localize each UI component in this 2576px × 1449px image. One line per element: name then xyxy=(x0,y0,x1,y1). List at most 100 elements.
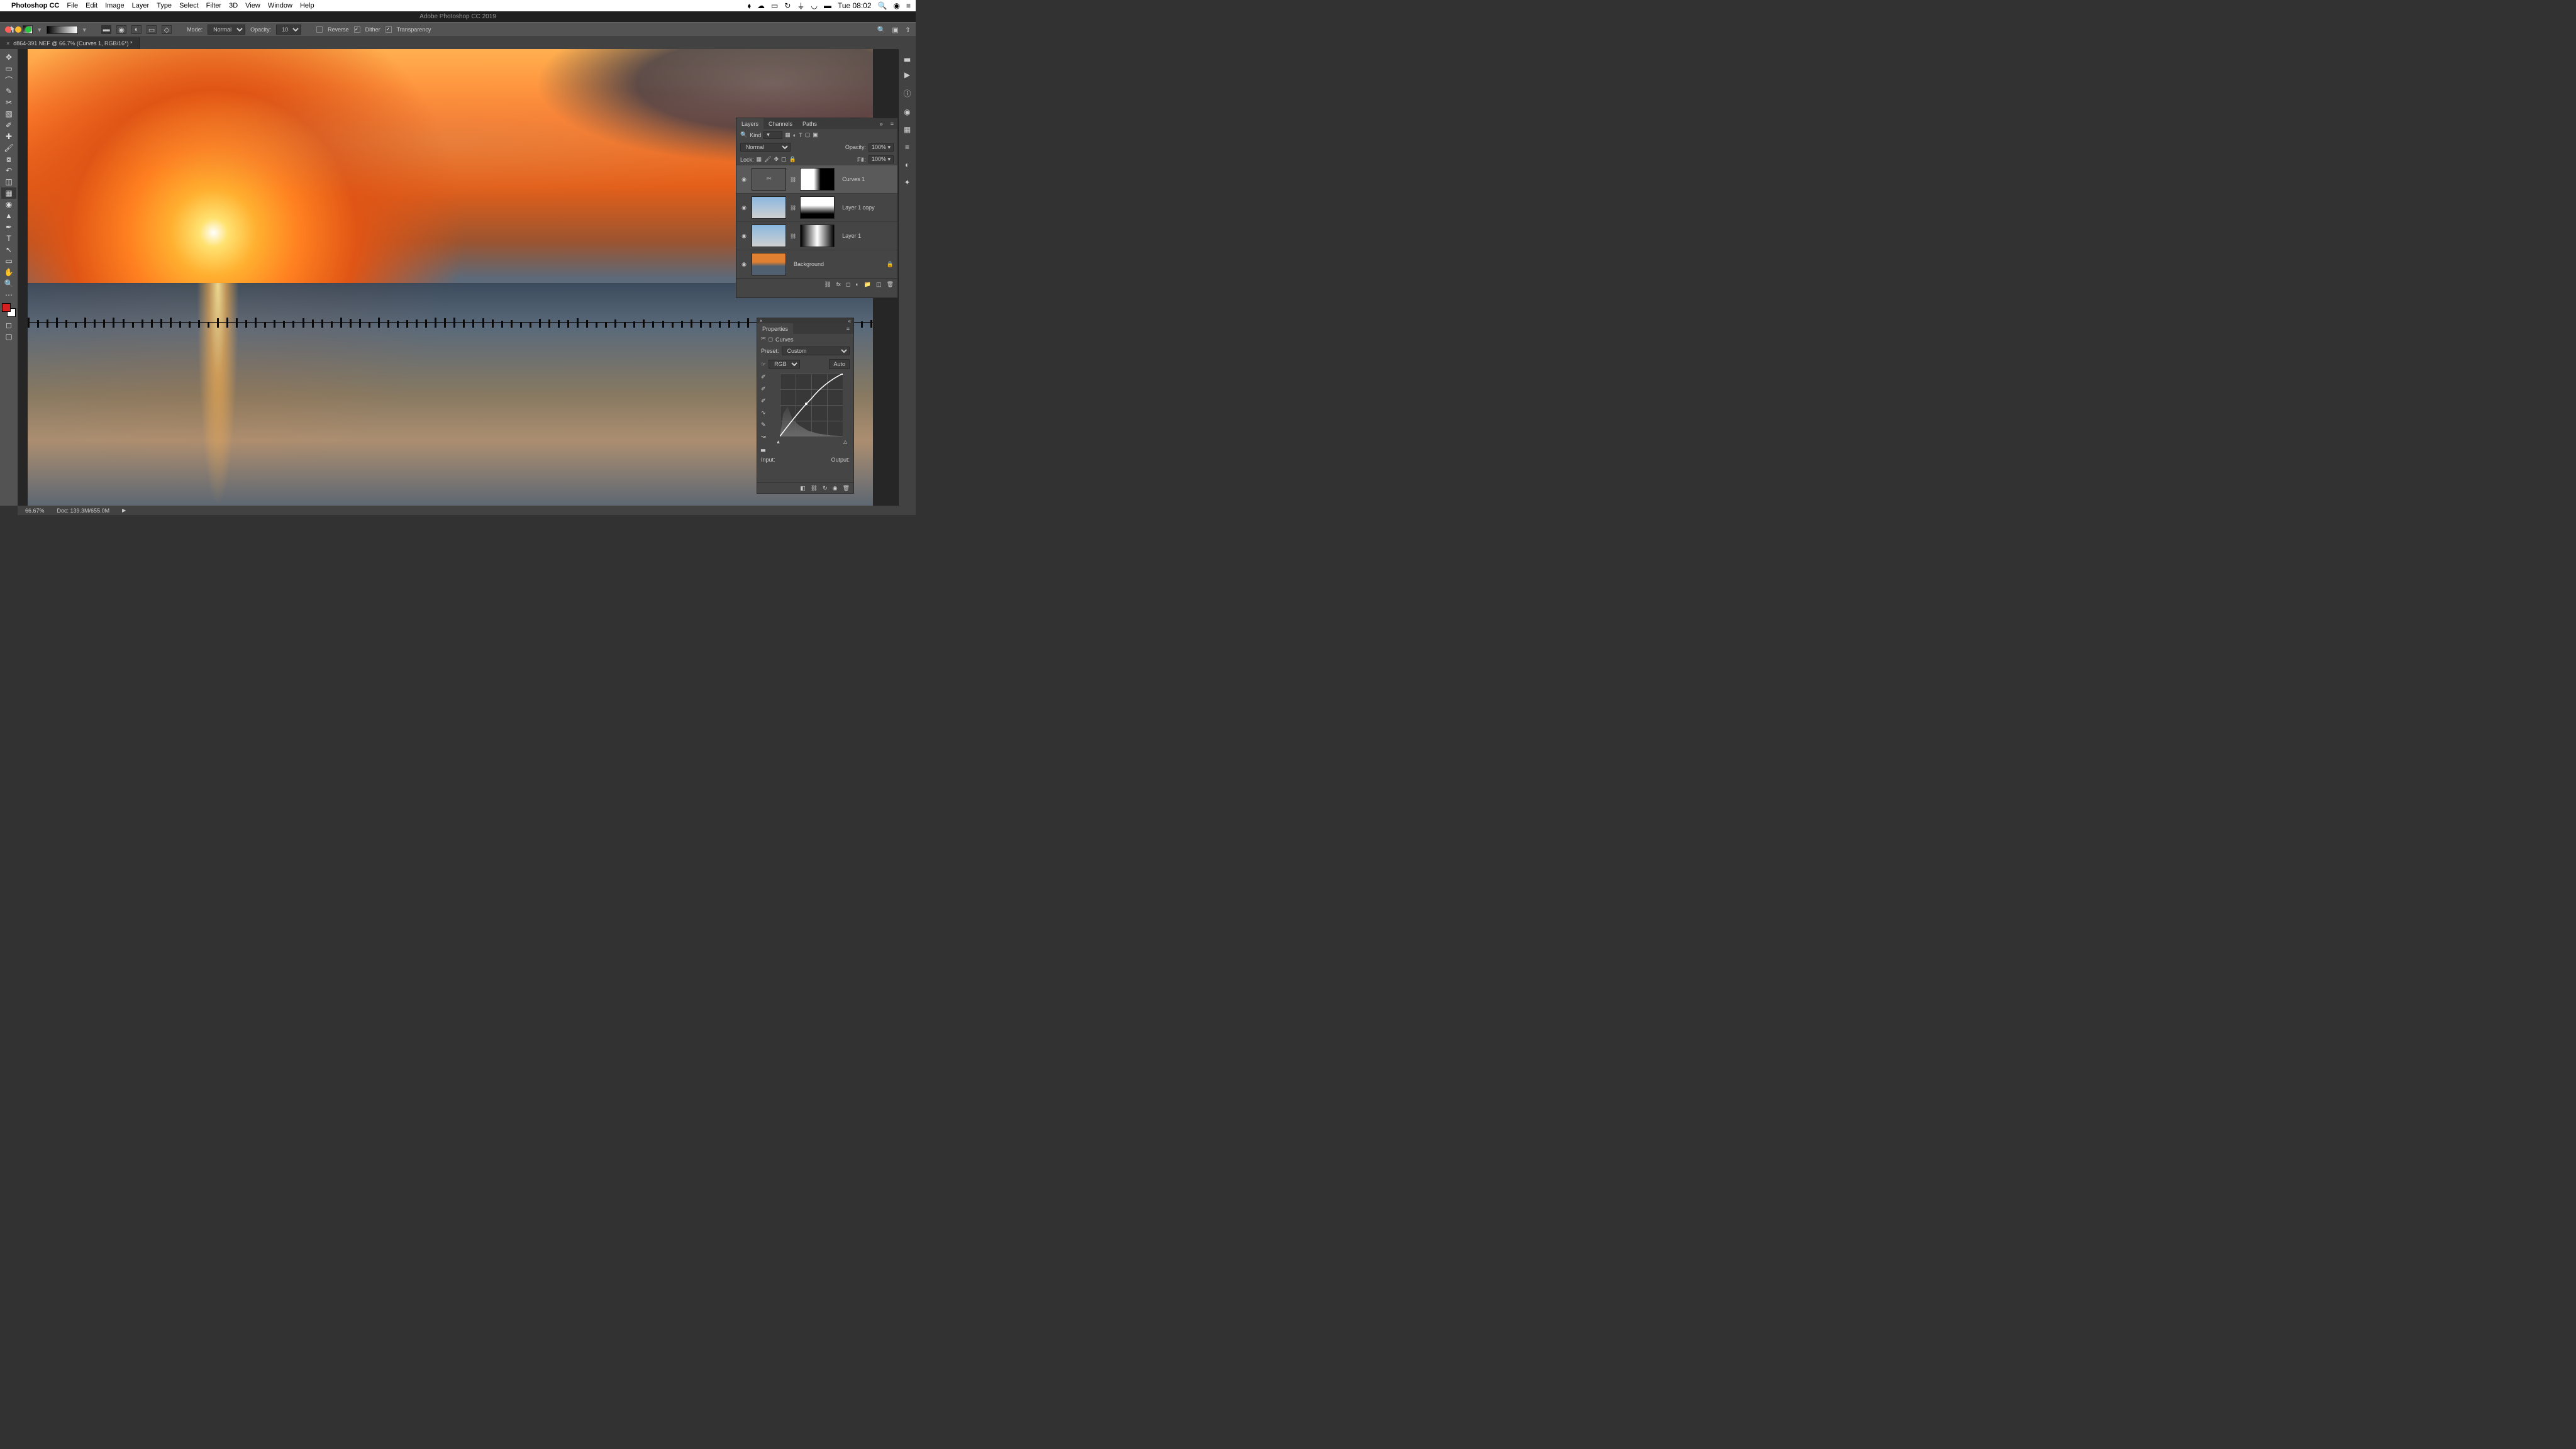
opacity-select[interactable]: 100% xyxy=(276,25,301,35)
mask-thumbnail[interactable] xyxy=(800,196,835,219)
black-point-eyedropper[interactable]: ✐ xyxy=(761,374,766,380)
transparency-checkbox[interactable] xyxy=(386,26,392,33)
layer-row[interactable]: ◉ ⛓ Layer 1 copy xyxy=(736,194,897,222)
path-select-tool[interactable]: ↖ xyxy=(1,244,16,255)
healing-brush-tool[interactable]: ✚ xyxy=(1,131,16,142)
layer-name[interactable]: Curves 1 xyxy=(842,176,865,182)
menu-select[interactable]: Select xyxy=(179,2,199,9)
screen-mode-tool[interactable]: ▢ xyxy=(1,331,16,342)
gradient-reflected-button[interactable]: ▭ xyxy=(147,25,157,34)
edit-curve-icon[interactable]: ∿ xyxy=(761,409,766,416)
search-icon[interactable]: 🔍 xyxy=(877,26,886,34)
blend-mode-select[interactable]: Normal xyxy=(208,25,245,35)
view-previous-icon[interactable]: ⛓ xyxy=(811,485,818,492)
battery-icon[interactable]: ▬ xyxy=(824,1,831,10)
display-icon[interactable]: ▭ xyxy=(771,1,778,10)
lock-artboard-icon[interactable]: ▢ xyxy=(781,156,787,163)
delete-layer-icon[interactable]: 🗑 xyxy=(887,281,894,288)
filter-shape-icon[interactable]: ▢ xyxy=(805,131,811,138)
actions-icon[interactable]: ▶ xyxy=(904,70,910,79)
tab-channels[interactable]: Channels xyxy=(763,118,797,129)
minimize-window-button[interactable] xyxy=(15,26,21,33)
curves-preset-select[interactable]: Custom xyxy=(782,347,850,355)
layer-row[interactable]: ◉ ⎃ ⛓ Curves 1 xyxy=(736,165,897,194)
draw-curve-icon[interactable]: ✎ xyxy=(761,421,766,428)
visibility-toggle[interactable]: ◉ xyxy=(740,176,748,183)
link-icon[interactable]: ⛓ xyxy=(790,233,796,239)
lasso-tool[interactable]: ⌒ xyxy=(1,74,16,86)
smooth-curve-icon[interactable]: ↝ xyxy=(761,433,766,440)
close-window-button[interactable] xyxy=(5,26,11,33)
document-tab[interactable]: × d864-391.NEF @ 66.7% (Curves 1, RGB/16… xyxy=(0,37,140,49)
layer-filter-select[interactable]: ▾ xyxy=(763,131,782,139)
color-icon[interactable]: ◉ xyxy=(904,108,910,116)
eraser-tool[interactable]: ◫ xyxy=(1,176,16,187)
lock-transparency-icon[interactable]: ▦ xyxy=(757,156,762,163)
mask-thumbnail[interactable] xyxy=(800,225,835,247)
spotlight-icon[interactable]: 🔍 xyxy=(878,1,887,10)
menu-layer[interactable]: Layer xyxy=(132,2,150,9)
menu-type[interactable]: Type xyxy=(157,2,172,9)
black-slider[interactable]: ▲ xyxy=(776,439,781,445)
curves-graph[interactable] xyxy=(780,374,843,436)
history-brush-tool[interactable]: ↶ xyxy=(1,165,16,176)
tab-paths[interactable]: Paths xyxy=(797,118,822,129)
white-slider[interactable]: △ xyxy=(843,439,847,445)
delete-adjustment-icon[interactable]: 🗑 xyxy=(843,485,850,492)
zoom-level[interactable]: 66.67% xyxy=(25,508,45,514)
layers-icon[interactable]: ≡ xyxy=(905,143,909,152)
gradient-radial-button[interactable]: ◉ xyxy=(116,25,126,34)
sync-icon[interactable]: ↻ xyxy=(784,1,791,10)
blur-tool[interactable]: ◉ xyxy=(1,199,16,210)
reset-icon[interactable]: ↻ xyxy=(823,485,828,492)
notification-center-icon[interactable]: ≡ xyxy=(906,1,911,10)
layer-blend-mode-select[interactable]: Normal xyxy=(740,143,791,152)
clone-stamp-tool[interactable]: ⧇ xyxy=(1,153,16,165)
quick-select-tool[interactable]: ✎ xyxy=(1,86,16,97)
menu-file[interactable]: File xyxy=(67,2,78,9)
new-layer-icon[interactable]: ◫ xyxy=(876,281,882,288)
pen-tool[interactable]: ✒ xyxy=(1,221,16,233)
clock[interactable]: Tue 08:02 xyxy=(838,1,872,10)
add-mask-icon[interactable]: ◻ xyxy=(846,281,850,288)
foreground-color-swatch[interactable] xyxy=(2,303,11,312)
layer-thumbnail[interactable] xyxy=(752,225,786,247)
maximize-window-button[interactable] xyxy=(25,26,31,33)
gradient-picker[interactable] xyxy=(47,26,78,34)
lock-all-icon[interactable]: 🔒 xyxy=(789,156,796,163)
filter-pixel-icon[interactable]: ▦ xyxy=(785,131,791,138)
edit-toolbar[interactable]: ⋯ xyxy=(1,289,16,301)
shape-tool[interactable]: ▭ xyxy=(1,255,16,267)
filter-smart-icon[interactable]: ▣ xyxy=(813,131,818,138)
status-expand-icon[interactable]: ▶ xyxy=(122,508,126,513)
wifi-icon[interactable]: ⏚ xyxy=(797,1,804,11)
filter-adjust-icon[interactable]: ◐ xyxy=(793,132,796,138)
adjustments-icon[interactable]: ◐ xyxy=(905,160,909,169)
gradient-linear-button[interactable]: ▬ xyxy=(101,25,111,34)
visibility-toggle[interactable]: ◉ xyxy=(740,261,748,268)
histogram-icon[interactable]: ▃ xyxy=(904,53,910,62)
layer-thumbnail[interactable] xyxy=(752,196,786,219)
new-group-icon[interactable]: 📁 xyxy=(864,281,871,288)
dropbox-icon[interactable]: ⬧ xyxy=(748,1,751,11)
gradient-angle-button[interactable]: ◐ xyxy=(131,25,142,34)
zoom-tool[interactable]: 🔍 xyxy=(1,278,16,289)
layer-fill-input[interactable]: 100% ▾ xyxy=(869,155,894,164)
link-layers-icon[interactable]: ⛓ xyxy=(824,281,831,288)
link-icon[interactable]: ⛓ xyxy=(790,205,796,211)
color-swatches[interactable] xyxy=(2,303,16,317)
tab-properties[interactable]: Properties xyxy=(757,323,793,334)
brush-tool[interactable]: 🖌 xyxy=(1,142,16,153)
target-adjustment-icon[interactable]: ☞ xyxy=(761,361,766,368)
cloud-icon[interactable]: ☁ xyxy=(757,1,765,10)
close-tab-icon[interactable]: × xyxy=(6,40,9,47)
siri-icon[interactable]: ◉ xyxy=(894,1,900,10)
hand-tool[interactable]: ✋ xyxy=(1,267,16,278)
layer-name[interactable]: Layer 1 copy xyxy=(842,204,875,211)
mask-thumbnail[interactable] xyxy=(800,168,835,191)
layer-row[interactable]: ◉ Background 🔒 xyxy=(736,250,897,279)
eyedropper-tool[interactable]: ✐ xyxy=(1,119,16,131)
panel-menu-icon[interactable]: ≡ xyxy=(843,326,853,332)
app-name[interactable]: Photoshop CC xyxy=(11,2,59,9)
lock-pixels-icon[interactable]: 🖌 xyxy=(764,156,771,163)
